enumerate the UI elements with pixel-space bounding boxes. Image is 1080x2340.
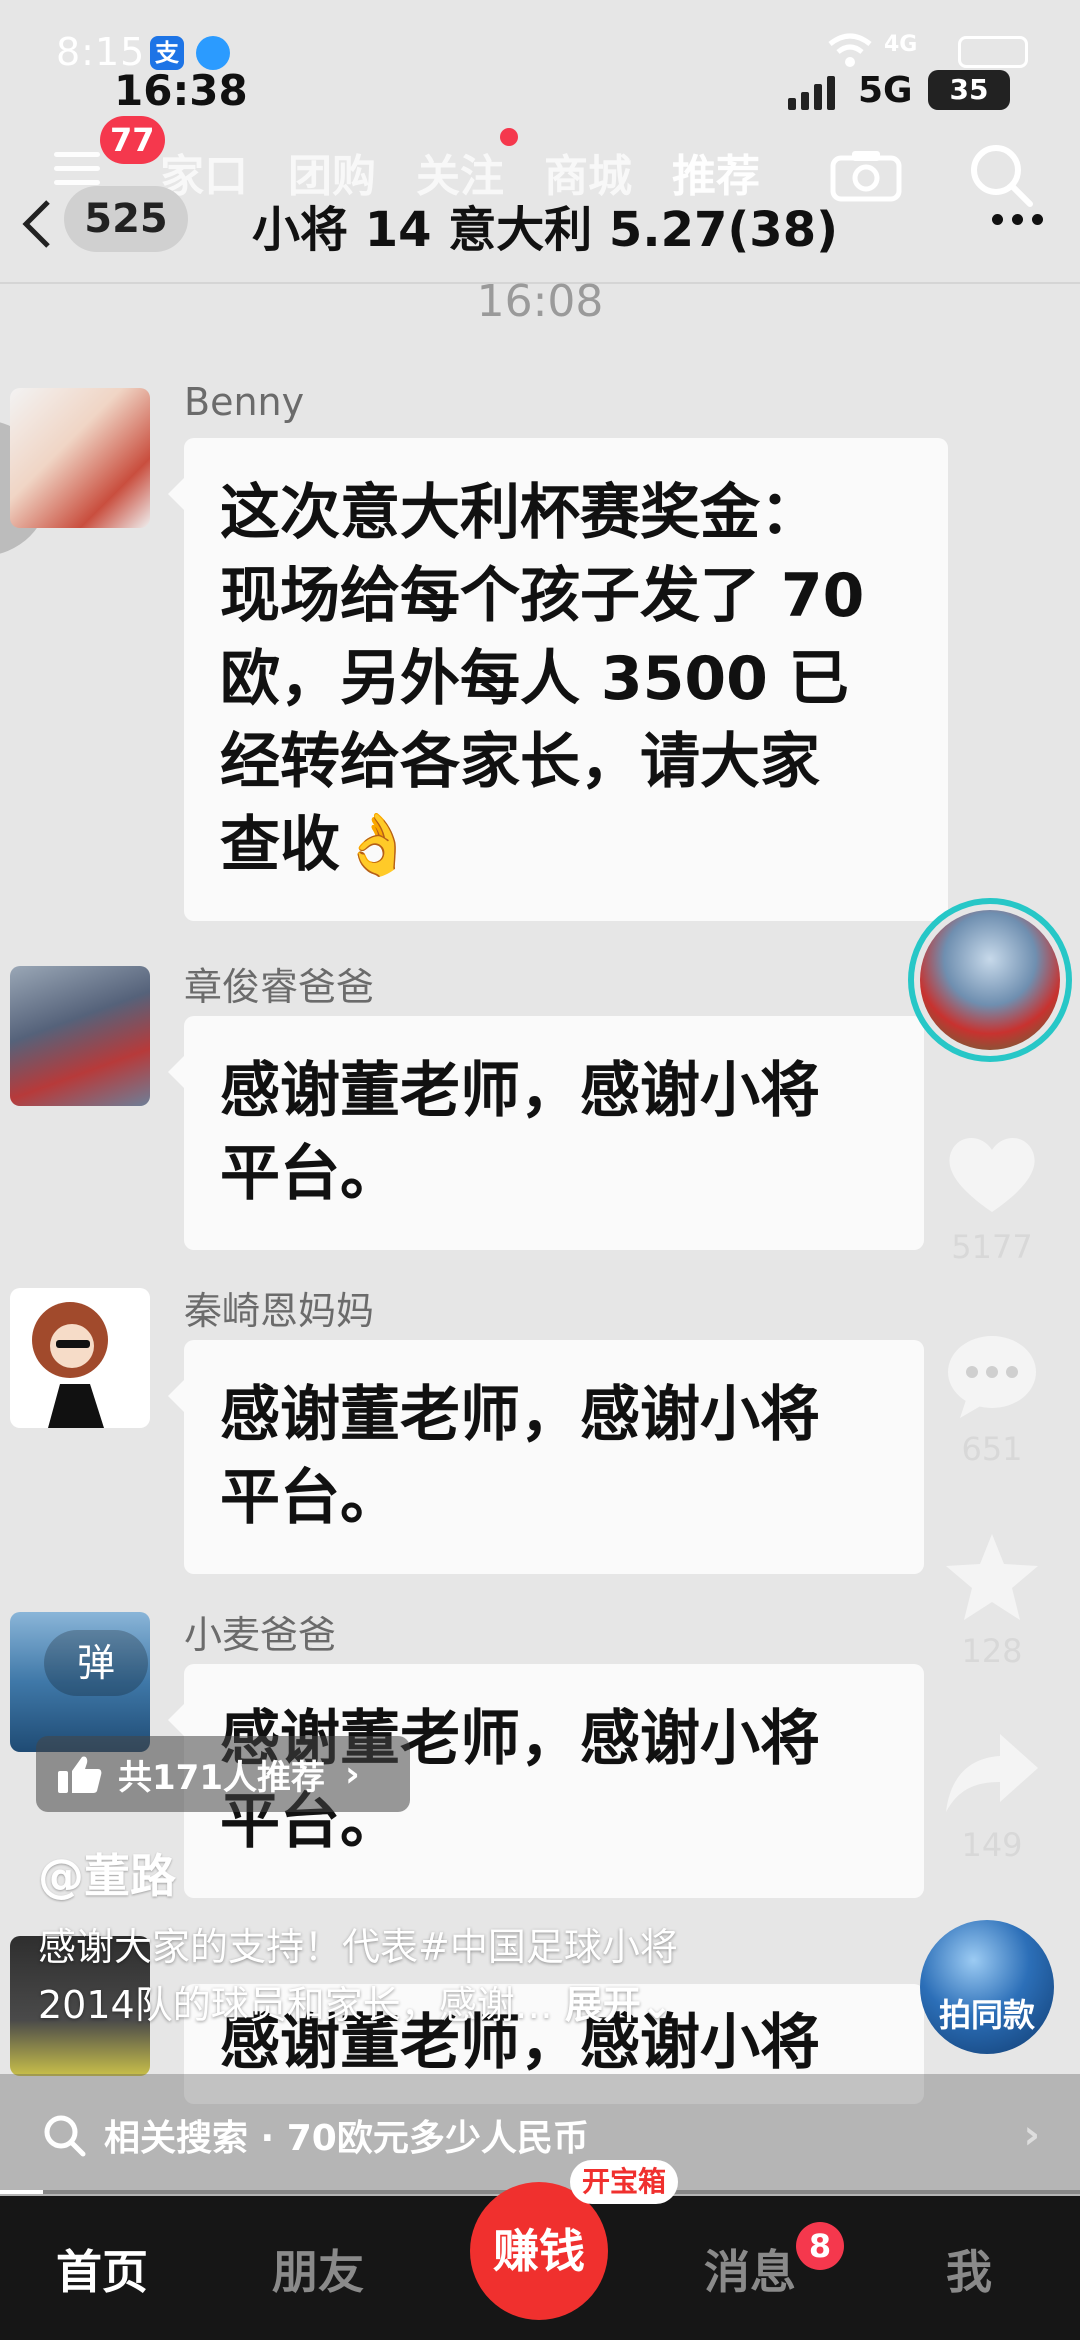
heart-icon[interactable]	[942, 1128, 1042, 1218]
favorite-count: 128	[961, 1632, 1023, 1670]
like-action[interactable]: 5177	[932, 1128, 1052, 1266]
same-style-label: 拍同款	[938, 1996, 1035, 2034]
recommend-bar[interactable]: 共171人推荐 ›	[36, 1736, 410, 1812]
sender-name: Benny	[184, 380, 305, 424]
battery-level: 35	[928, 70, 1010, 110]
cartoon-woman-avatar-icon	[32, 1302, 108, 1428]
share-arrow-icon[interactable]	[942, 1728, 1042, 1816]
avatar[interactable]	[10, 388, 150, 528]
tab-home[interactable]: 首页	[56, 2236, 148, 2302]
star-icon[interactable]	[942, 1530, 1042, 1622]
author-name[interactable]: @董路	[38, 1840, 176, 1906]
danmu-toggle[interactable]: 弹	[44, 1630, 148, 1696]
favorite-action[interactable]: 128	[932, 1530, 1052, 1670]
app-notification-icon	[196, 36, 230, 70]
like-count: 5177	[951, 1228, 1033, 1266]
following-dot-badge	[500, 128, 518, 146]
avatar[interactable]	[10, 1288, 150, 1428]
expand-caption-button[interactable]: 展开⌄	[565, 1983, 673, 2027]
network-type: 5G	[858, 70, 913, 111]
message-line: 欧，另外每人 3500 已	[220, 644, 849, 714]
comment-action[interactable]: 651	[932, 1330, 1052, 1468]
same-style-button[interactable]: 拍同款	[920, 1920, 1054, 2054]
message-bubble: 这次意大利杯赛奖金： 现场给每个孩子发了 70 欧，另外每人 3500 已 经转…	[168, 438, 948, 921]
sender-name: 小麦爸爸	[184, 1613, 337, 1657]
signal-4g-icon: 4G	[884, 32, 918, 57]
related-search-label: 相关搜索 · 70欧元多少人民币	[104, 2118, 589, 2159]
progress-fill	[0, 2190, 44, 2194]
creator-avatar[interactable]	[908, 898, 1072, 1062]
message-line: 感谢董老师，感谢小将	[220, 1380, 820, 1450]
thumbs-up-icon	[58, 1756, 102, 1793]
treasure-box-badge[interactable]: 开宝箱	[570, 2160, 679, 2204]
sender-name: 章俊睿爸爸	[184, 965, 375, 1009]
message-bubble: 感谢董老师，感谢小将 平台。	[168, 1016, 924, 1250]
chevron-right-icon: ›	[1023, 2112, 1040, 2158]
comment-count: 651	[961, 1430, 1023, 1468]
chevron-right-icon: ›	[344, 1753, 360, 1795]
status-time: 16:38	[114, 66, 248, 115]
more-options-icon[interactable]	[992, 214, 1043, 225]
unread-count-pill[interactable]: 525	[64, 186, 188, 252]
video-caption: 感谢大家的支持！代表#中国足球小将 2014队的球员和家长，感谢… 展开⌄	[38, 1918, 898, 2034]
related-search-bar[interactable]: 相关搜索 · 70欧元多少人民币 ›	[0, 2074, 1080, 2196]
back-arrow-icon[interactable]	[16, 196, 56, 252]
camera-icon[interactable]	[830, 148, 902, 202]
message-line: 现场给每个孩子发了 70	[220, 561, 865, 631]
menu-icon[interactable]	[54, 152, 100, 185]
share-action[interactable]: 149	[932, 1728, 1052, 1864]
comment-icon[interactable]	[942, 1330, 1042, 1420]
message-line: 查收👌	[220, 810, 415, 880]
chevron-down-icon: ⌄	[640, 1983, 673, 2027]
menu-badge: 77	[100, 116, 165, 164]
search-icon[interactable]	[966, 140, 1036, 210]
caption-line: 感谢大家的支持！代表#中国足球小将	[38, 1925, 678, 1969]
message-line: 这次意大利杯赛奖金：	[220, 478, 820, 548]
tab-friends[interactable]: 朋友	[272, 2236, 364, 2302]
messages-badge: 8	[796, 2222, 844, 2270]
message-line: 平台。	[220, 1463, 400, 1533]
wifi-icon	[828, 33, 872, 67]
message-line: 经转给各家长，请大家	[220, 727, 820, 797]
sender-name: 秦崎恩妈妈	[184, 1289, 375, 1333]
message-line: 感谢董老师，感谢小将	[220, 1056, 820, 1126]
tab-messages[interactable]: 消息	[704, 2236, 796, 2302]
cellular-signal-icon	[788, 76, 835, 110]
avatar[interactable]	[10, 966, 150, 1106]
recommend-count: 共171人推荐	[118, 1757, 325, 1798]
chat-title: 小将 14 意大利 5.27(38)	[252, 202, 839, 258]
message-bubble: 感谢董老师，感谢小将 平台。	[168, 1340, 924, 1574]
tab-me[interactable]: 我	[946, 2236, 992, 2302]
chat-timestamp: 16:08	[476, 276, 604, 327]
battery-outline-icon	[958, 36, 1028, 68]
caption-line: 2014队的球员和家长，感谢…	[38, 1983, 553, 2027]
message-line: 平台。	[220, 1139, 400, 1209]
share-count: 149	[961, 1826, 1023, 1864]
search-icon	[44, 2115, 86, 2157]
alipay-icon: 支	[150, 36, 184, 70]
